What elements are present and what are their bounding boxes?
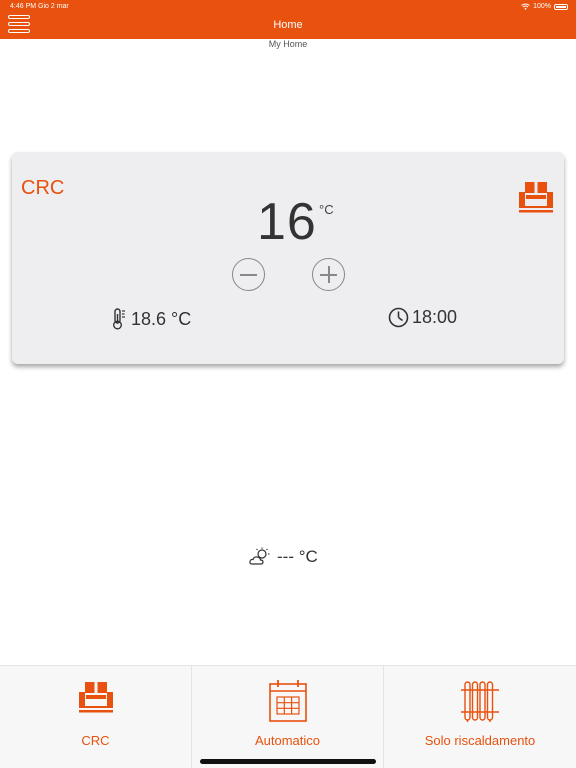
tab-label: Automatico	[254, 733, 321, 748]
partly-cloudy-icon	[249, 547, 270, 565]
battery-percent: 100%	[533, 3, 551, 10]
timer: 18:00	[388, 307, 457, 328]
tab-solo-riscaldamento[interactable]: Solo riscaldamento	[384, 666, 576, 768]
top-bar: 4:46 PM Gio 2 mar 100% Home	[0, 0, 576, 39]
room-temperature: 18.6 °C	[112, 308, 191, 330]
timer-value: 18:00	[412, 307, 458, 327]
setpoint-unit: °C	[319, 202, 334, 217]
sofa-icon	[78, 682, 113, 713]
thermometer-icon	[113, 308, 125, 330]
tab-label: Solo riscaldamento	[424, 733, 536, 748]
radiator-icon	[461, 681, 499, 722]
page-title: Home	[273, 19, 303, 31]
status-indicators: 100%	[521, 3, 568, 10]
sofa-icon[interactable]	[518, 180, 554, 214]
tab-crc[interactable]: CRC	[0, 666, 192, 768]
calendar-icon	[268, 680, 307, 722]
tab-label: CRC	[81, 733, 110, 748]
tab-automatico[interactable]: Automatico	[192, 666, 384, 768]
status-time: 4:46 PM Gio 2 mar	[10, 3, 69, 10]
wifi-icon	[521, 3, 530, 10]
zone-card[interactable]: CRC 16 °C 18.6 °C 18:00	[12, 152, 564, 364]
decrease-temperature-button[interactable]	[232, 258, 265, 291]
outdoor-temperature-value: --- °C	[277, 547, 318, 566]
app-screen: 4:46 PM Gio 2 mar 100% Home My Home CRC	[0, 0, 576, 768]
home-name: My Home	[268, 39, 308, 49]
clock-icon	[388, 307, 409, 328]
battery-icon	[554, 3, 568, 10]
room-temperature-value: 18.6 °C	[131, 308, 192, 329]
setpoint-temperature: 16	[257, 193, 317, 251]
mode-tab-bar: CRC Automatico Solo riscaldamento	[0, 665, 576, 768]
outdoor-weather: --- °C	[249, 547, 318, 567]
home-indicator[interactable]	[200, 759, 376, 764]
zone-name: CRC	[21, 177, 65, 199]
increase-temperature-button[interactable]	[312, 258, 345, 291]
